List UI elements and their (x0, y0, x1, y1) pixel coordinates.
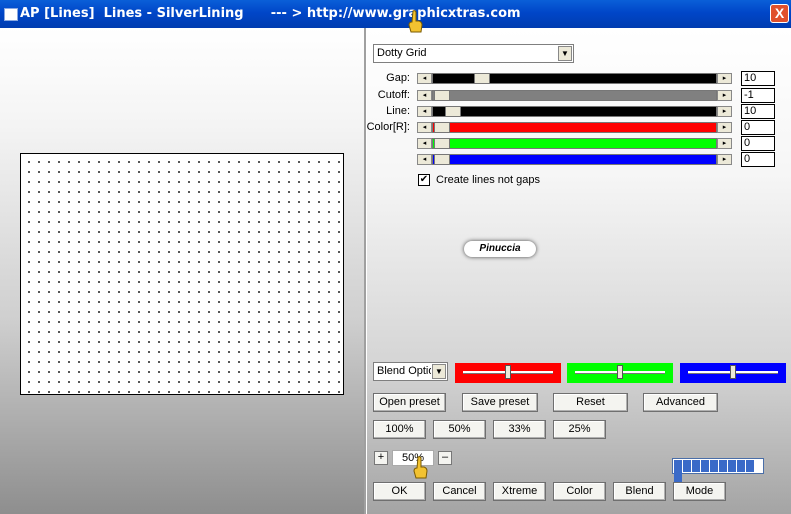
zoom-33-button[interactable]: 33% (493, 420, 546, 439)
slider-thumb[interactable] (730, 365, 736, 379)
progress-block (674, 460, 682, 472)
title-bar[interactable]: AP [Lines] Lines - SilverLining --- > ht… (0, 0, 791, 28)
slider-value-field[interactable]: 0 (741, 152, 775, 167)
preset-combo[interactable]: Dotty Grid ▼ (373, 44, 574, 63)
scroll-left-button[interactable]: ◂ (417, 122, 432, 133)
slider-thumb[interactable] (434, 138, 450, 149)
window-title: AP [Lines] Lines - SilverLining --- > ht… (20, 6, 521, 21)
slider-value-field[interactable]: 0 (741, 120, 775, 135)
slider-thumb[interactable] (434, 154, 450, 165)
zoom-100-button[interactable]: 100% (373, 420, 426, 439)
preset-combo-value: Dotty Grid (377, 47, 427, 59)
progress-block (692, 460, 700, 472)
slider-value-field[interactable]: 10 (741, 71, 775, 86)
slider-thumb[interactable] (444, 106, 461, 117)
scroll-right-button[interactable]: ▸ (717, 122, 732, 133)
scroll-right-button[interactable]: ▸ (717, 90, 732, 101)
pointing-hand-icon (413, 456, 428, 479)
progress-block (683, 460, 691, 472)
scroll-right-button[interactable]: ▸ (717, 106, 732, 117)
slider-label: Cutoff: (377, 89, 410, 101)
slider-thumb[interactable] (473, 73, 490, 84)
progress-bar (672, 458, 764, 484)
cancel-button[interactable]: Cancel (433, 482, 486, 501)
zoom-25-button[interactable]: 25% (553, 420, 606, 439)
blue-blend-slider[interactable] (680, 363, 786, 383)
slider-label: Gap: (386, 72, 410, 84)
slider-value-field[interactable]: -1 (741, 88, 775, 103)
progress-block (746, 460, 754, 472)
ok-button[interactable]: OK (373, 482, 426, 501)
pinuccia-logo: Pinuccia (464, 241, 536, 257)
zoom-out-button[interactable]: – (438, 451, 452, 465)
progress-block (710, 460, 718, 472)
blend-options-value: Blend Optio (377, 365, 431, 377)
slider-thumb[interactable] (434, 122, 450, 133)
progress-block (719, 460, 727, 472)
progress-block (728, 460, 736, 472)
preview-pane (0, 28, 364, 514)
slider-label: Line: (386, 105, 410, 117)
slider-track[interactable] (432, 106, 717, 117)
close-button[interactable]: X (770, 4, 789, 23)
green-blend-slider[interactable] (567, 363, 673, 383)
save-preset-button[interactable]: Save preset (462, 393, 538, 412)
advanced-button[interactable]: Advanced (643, 393, 718, 412)
open-preset-button[interactable]: Open preset (373, 393, 446, 412)
slider-label: Color[R]: (366, 121, 410, 133)
window-icon (4, 8, 18, 21)
pointing-hand-icon (408, 10, 423, 33)
create-lines-label: Create lines not gaps (436, 174, 540, 186)
slider-value-field[interactable]: 10 (741, 104, 775, 119)
mode-button[interactable]: Mode (673, 482, 726, 501)
scroll-left-button[interactable]: ◂ (417, 154, 432, 165)
blend-options-combo[interactable]: Blend Optio ▼ (373, 362, 448, 381)
progress-block (701, 460, 709, 472)
chevron-down-icon[interactable]: ▼ (432, 364, 446, 379)
slider-value-field[interactable]: 0 (741, 136, 775, 151)
zoom-in-button[interactable]: + (374, 451, 388, 465)
zoom-50-button[interactable]: 50% (433, 420, 486, 439)
slider-thumb[interactable] (434, 90, 450, 101)
red-blend-slider[interactable] (455, 363, 561, 383)
chevron-down-icon[interactable]: ▼ (558, 46, 572, 61)
blend-button[interactable]: Blend (613, 482, 666, 501)
scroll-left-button[interactable]: ◂ (417, 73, 432, 84)
slider-track[interactable] (432, 90, 717, 101)
reset-button[interactable]: Reset (553, 393, 628, 412)
slider-track[interactable] (432, 154, 717, 165)
slider-thumb[interactable] (505, 365, 511, 379)
scroll-right-button[interactable]: ▸ (717, 73, 732, 84)
scroll-right-button[interactable]: ▸ (717, 154, 732, 165)
create-lines-checkbox[interactable]: ✔ (418, 174, 430, 186)
scroll-left-button[interactable]: ◂ (417, 138, 432, 149)
scroll-right-button[interactable]: ▸ (717, 138, 732, 149)
color-button[interactable]: Color (553, 482, 606, 501)
slider-track[interactable] (432, 138, 717, 149)
scroll-left-button[interactable]: ◂ (417, 106, 432, 117)
slider-thumb[interactable] (617, 365, 623, 379)
progress-block (737, 460, 745, 472)
preview-canvas (20, 153, 344, 395)
xtreme-button[interactable]: Xtreme (493, 482, 546, 501)
scroll-left-button[interactable]: ◂ (417, 90, 432, 101)
slider-track[interactable] (432, 122, 717, 133)
